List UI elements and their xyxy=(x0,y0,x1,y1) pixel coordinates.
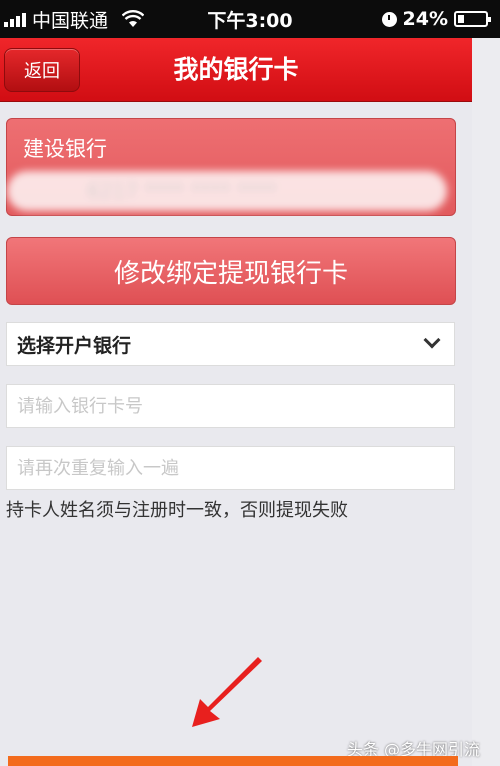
cardholder-hint: 持卡人姓名须与注册时一致，否则提现失败 xyxy=(6,500,348,521)
page-edge xyxy=(472,38,500,766)
nav-header: 我的银行卡 返回 xyxy=(0,38,472,102)
bank-select[interactable]: 选择开户银行 xyxy=(6,322,455,366)
bank-select-value: 选择开户银行 xyxy=(17,334,132,357)
back-button[interactable]: 返回 xyxy=(4,48,80,92)
wifi-icon xyxy=(122,10,145,27)
carrier-name: 中国联通 xyxy=(32,9,109,32)
chevron-down-icon xyxy=(423,331,441,349)
bank-name: 建设银行 xyxy=(23,137,107,161)
status-bar: 中国联通 下午3:00 24% xyxy=(0,0,500,38)
submit-button-edge[interactable] xyxy=(8,756,458,766)
card-number-field[interactable] xyxy=(6,384,455,428)
card-number-repeat-input[interactable] xyxy=(17,447,454,489)
bank-card: 建设银行 6217 **** **** **** xyxy=(6,118,456,216)
battery-icon xyxy=(454,11,491,27)
card-number-input[interactable] xyxy=(17,385,454,427)
battery-percent: 24% xyxy=(402,8,448,30)
pointer-arrow-icon xyxy=(192,657,262,727)
card-number-redacted: 6217 **** **** **** xyxy=(7,171,447,211)
alarm-clock-icon xyxy=(381,11,397,27)
signal-strength-icon xyxy=(4,11,26,27)
modify-bound-card-button[interactable]: 修改绑定提现银行卡 xyxy=(6,237,456,305)
card-number-repeat-field[interactable] xyxy=(6,446,455,490)
